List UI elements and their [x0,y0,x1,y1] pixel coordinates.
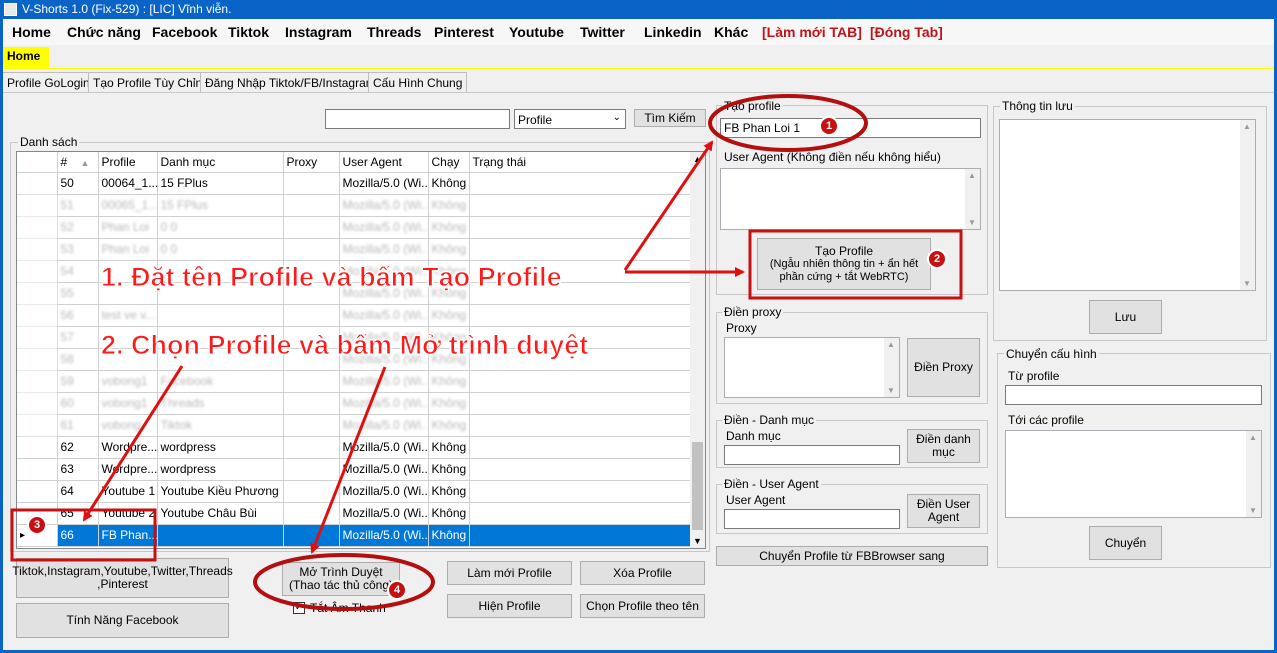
annotation-step-2: 2. Chọn Profile và bấm Mở trình duyệt [100,330,589,361]
step-badge-3: 3 [27,515,47,535]
arrow-to-row [82,365,184,522]
highlight-ellipse-name [708,94,868,152]
annotation-overlay [10,94,963,611]
step-badge-2: 2 [927,249,947,269]
step-badge-4: 4 [387,580,407,600]
step-badge-1: 1 [819,116,839,136]
arrow-to-open [310,366,387,554]
highlight-ellipse-open [253,553,435,611]
annotation-step-1: 1. Đặt tên Profile và bấm Tạo Profile [101,262,563,293]
arrow-to-name [623,140,714,271]
